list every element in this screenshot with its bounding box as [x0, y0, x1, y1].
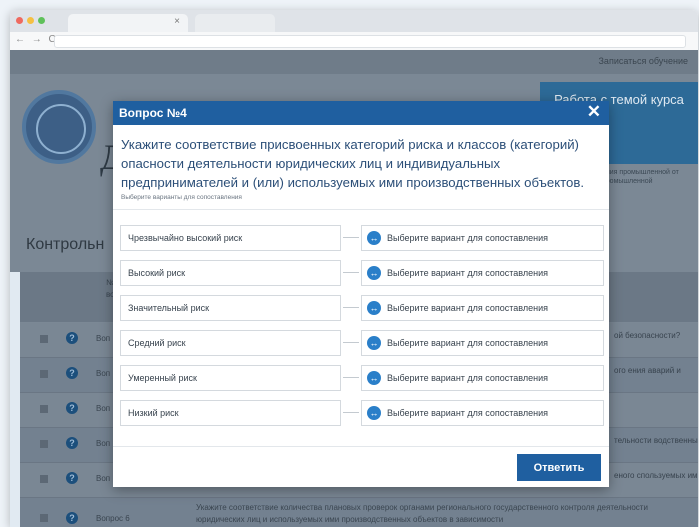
- risk-category-item: Умеренный риск: [120, 365, 341, 391]
- match-placeholder: Выберите вариант для сопоставления: [387, 303, 548, 313]
- browser-tab-secondary[interactable]: [195, 14, 275, 32]
- row-label: Воп: [96, 439, 111, 448]
- row-text: ого ения аварий и: [614, 366, 681, 375]
- row-checkbox[interactable]: [40, 514, 48, 522]
- connector-line: [343, 377, 359, 378]
- question-help-icon[interactable]: ?: [66, 332, 78, 344]
- screenshot-frame: × ← → C Записаться обучение Д Работа с т…: [0, 0, 699, 527]
- tab-close-icon[interactable]: ×: [174, 16, 180, 27]
- matching-pair: Средний риск ↔ Выберите вариант для сопо…: [120, 330, 604, 356]
- question-help-icon[interactable]: ?: [66, 512, 78, 524]
- answer-button[interactable]: Ответить: [517, 454, 601, 481]
- modal-title: Вопрос №4: [119, 106, 187, 120]
- connector-line: [343, 237, 359, 238]
- matching-pair: Низкий риск ↔ Выберите вариант для сопос…: [120, 400, 604, 426]
- browser-tab[interactable]: ×: [68, 14, 188, 32]
- risk-category-item: Значительный риск: [120, 295, 341, 321]
- match-select[interactable]: ↔ Выберите вариант для сопоставления: [361, 295, 604, 321]
- maximize-window-icon[interactable]: [38, 17, 45, 24]
- page-title: Контрольн: [26, 236, 105, 253]
- question-text: Укажите соответствие присвоенных категор…: [121, 137, 585, 190]
- match-placeholder: Выберите вариант для сопоставления: [387, 373, 548, 383]
- match-placeholder: Выберите вариант для сопоставления: [387, 268, 548, 278]
- match-placeholder: Выберите вариант для сопоставления: [387, 233, 548, 243]
- row-text: еного спользуемых ими: [614, 471, 698, 480]
- match-select[interactable]: ↔ Выберите вариант для сопоставления: [361, 365, 604, 391]
- row-label: Воп: [96, 334, 111, 343]
- swap-arrows-icon: ↔: [367, 301, 381, 315]
- question-help-icon[interactable]: ?: [66, 402, 78, 414]
- row-checkbox[interactable]: [40, 440, 48, 448]
- matching-pair: Высокий риск ↔ Выберите вариант для сопо…: [120, 260, 604, 286]
- address-bar-row: ← → C: [10, 32, 698, 51]
- modal-header: Вопрос №4 ✕: [113, 101, 609, 125]
- tab-bar: ×: [10, 10, 698, 32]
- swap-arrows-icon: ↔: [367, 231, 381, 245]
- row-label: Воп: [96, 474, 111, 483]
- nav-buttons-icon[interactable]: ← → C: [15, 34, 58, 45]
- row-text: ой безопасности?: [614, 331, 681, 340]
- match-placeholder: Выберите вариант для сопоставления: [387, 338, 548, 348]
- minimize-window-icon[interactable]: [27, 17, 34, 24]
- row-label: Воп: [96, 404, 111, 413]
- swap-arrows-icon: ↔: [367, 266, 381, 280]
- footer-divider: [113, 446, 609, 447]
- site-logo-icon[interactable]: [22, 90, 96, 164]
- risk-category-item: Чрезвычайно высокий риск: [120, 225, 341, 251]
- match-select[interactable]: ↔ Выберите вариант для сопоставления: [361, 225, 604, 251]
- table-row[interactable]: ? Вопрос 6 Укажите соответствие количест…: [20, 498, 698, 527]
- question-help-icon[interactable]: ?: [66, 367, 78, 379]
- question-modal: Вопрос №4 ✕ Укажите соответствие присвое…: [113, 101, 609, 487]
- close-window-icon[interactable]: [16, 17, 23, 24]
- question-help-icon[interactable]: ?: [66, 472, 78, 484]
- row-question-text: Укажите соответствие количества плановых…: [196, 503, 648, 524]
- swap-arrows-icon: ↔: [367, 406, 381, 420]
- row-checkbox[interactable]: [40, 405, 48, 413]
- matching-pair: Значительный риск ↔ Выберите вариант для…: [120, 295, 604, 321]
- address-input[interactable]: [54, 35, 686, 48]
- close-icon[interactable]: ✕: [587, 102, 601, 122]
- matching-pair: Чрезвычайно высокий риск ↔ Выберите вари…: [120, 225, 604, 251]
- connector-line: [343, 307, 359, 308]
- top-strip: Записаться обучение: [10, 50, 698, 74]
- left-panel: [10, 272, 20, 527]
- row-label: Вопрос 6: [96, 514, 130, 523]
- risk-category-item: Высокий риск: [120, 260, 341, 286]
- match-select[interactable]: ↔ Выберите вариант для сопоставления: [361, 400, 604, 426]
- connector-line: [343, 342, 359, 343]
- risk-category-item: Низкий риск: [120, 400, 341, 426]
- row-checkbox[interactable]: [40, 370, 48, 378]
- side-note: ания промышленной от промышленной: [602, 169, 679, 185]
- question-help-icon[interactable]: ?: [66, 437, 78, 449]
- match-placeholder: Выберите вариант для сопоставления: [387, 408, 548, 418]
- connector-line: [343, 412, 359, 413]
- connector-line: [343, 272, 359, 273]
- match-select[interactable]: ↔ Выберите вариант для сопоставления: [361, 260, 604, 286]
- row-text: тельности водственных: [614, 436, 698, 445]
- row-checkbox[interactable]: [40, 475, 48, 483]
- divider: [113, 209, 609, 210]
- feedback-link[interactable]: Записаться обучение: [599, 56, 689, 66]
- match-select[interactable]: ↔ Выберите вариант для сопоставления: [361, 330, 604, 356]
- question-hint: Выберите варианты для сопоставления: [121, 194, 242, 201]
- swap-arrows-icon: ↔: [367, 371, 381, 385]
- row-checkbox[interactable]: [40, 335, 48, 343]
- risk-category-item: Средний риск: [120, 330, 341, 356]
- swap-arrows-icon: ↔: [367, 336, 381, 350]
- matching-pair: Умеренный риск ↔ Выберите вариант для со…: [120, 365, 604, 391]
- window-controls: [16, 17, 45, 24]
- row-label: Воп: [96, 369, 111, 378]
